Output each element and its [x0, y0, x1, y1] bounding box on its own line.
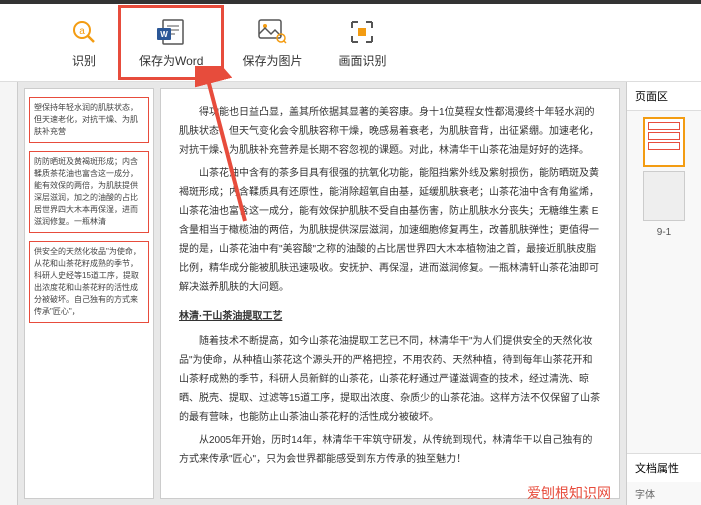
text-block-3: 供安全的天然化妆品"为使命，从花和山茶花籽成熟的季节，科研人史经等15道工序，提… — [29, 241, 149, 323]
text-block-1: 塑保持年轻水润的肌肤状态，但天速老化，对抗干燥、为肌肤补充营 — [29, 97, 149, 143]
save-image-label: 保存为图片 — [242, 52, 302, 69]
paragraph-3: 随着技术不断提高，如今山茶花油提取工艺已不同，林清华干"为人们提供安全的天然化妆… — [179, 332, 601, 427]
search-icon: a — [68, 16, 100, 48]
doc-properties-header: 文档属性 — [627, 453, 701, 482]
watermark-text: 爱刨根知识网 — [527, 483, 611, 503]
page-left-column: 塑保持年轻水润的肌肤状态，但天速老化，对抗干燥、为肌肤补充营 防防晒斑及黄褐斑形… — [24, 88, 154, 499]
save-image-button[interactable]: 保存为图片 — [224, 8, 320, 77]
text-block-2: 防防晒斑及黄褐斑形成；内含鞣质茶花油也富含这一成分，能有效保的两倍，为肌肤提供深… — [29, 151, 149, 233]
font-label: 字体 — [627, 482, 701, 505]
save-word-label: 保存为Word — [139, 52, 203, 69]
subtitle: 林清·干山茶油提取工艺 — [179, 307, 601, 326]
paragraph-2: 山茶花油中含有的茶多目具有很强的抗氧化功能，能阻挡紫外线及紫射损伤，能防晒斑及黄… — [179, 164, 601, 297]
recognize-label: 识别 — [72, 52, 96, 69]
screen-recognize-button[interactable]: 画面识别 — [320, 8, 404, 77]
thumbnail-1[interactable] — [643, 117, 685, 167]
thumbnail-label: 9-1 — [633, 227, 695, 238]
paragraph-4: 从2005年开始，历时14年，林清华干牢筑守研发，从传统到现代，林清华干以自己独… — [179, 431, 601, 469]
save-word-button[interactable]: W 保存为Word — [118, 5, 224, 80]
word-doc-icon: W — [155, 16, 187, 48]
image-icon — [256, 16, 288, 48]
thumbnail-2[interactable] — [643, 171, 685, 221]
svg-text:a: a — [79, 26, 85, 37]
right-sidebar: 页面区 9-1 文档属性 字体 — [626, 82, 701, 505]
thumbnails-container: 9-1 — [627, 111, 701, 453]
screen-recognize-label: 画面识别 — [338, 52, 386, 69]
crop-icon — [346, 16, 378, 48]
page-main-content: 得功能也日益凸显，盖其所依据其显著的美容康。身十1位莫程女性都渴漫终十年轻水润的… — [160, 88, 620, 499]
document-viewport: 塑保持年轻水润的肌肤状态，但天速老化，对抗干燥、为肌肤补充营 防防晒斑及黄褐斑形… — [18, 82, 626, 505]
page-area-header: 页面区 — [627, 82, 701, 111]
left-ruler — [0, 82, 18, 505]
svg-text:W: W — [160, 30, 168, 39]
paragraph-1: 得功能也日益凸显，盖其所依据其显著的美容康。身十1位莫程女性都渴漫终十年轻水润的… — [179, 103, 601, 160]
recognize-button[interactable]: a 识别 — [50, 8, 118, 77]
